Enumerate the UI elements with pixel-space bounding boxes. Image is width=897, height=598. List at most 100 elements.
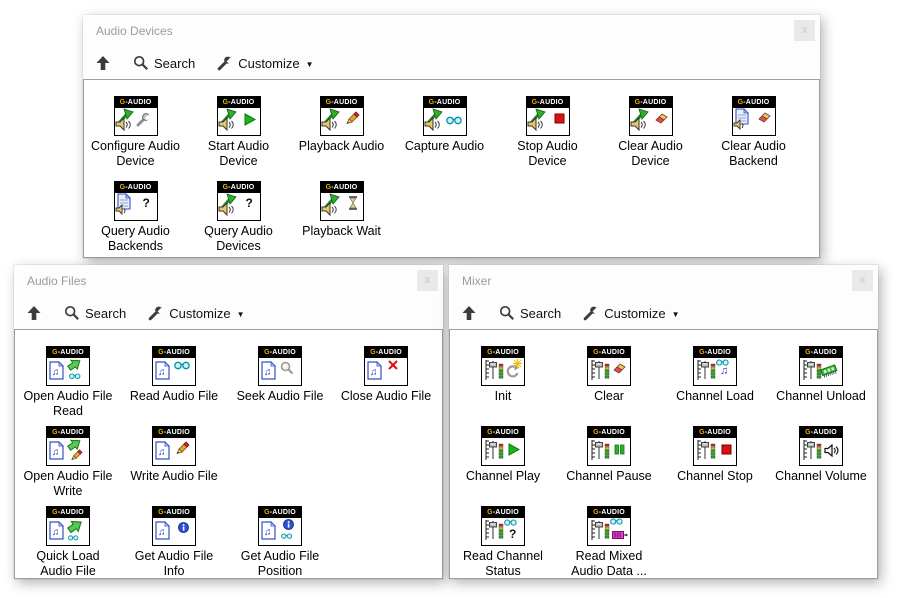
palette-item-read-channel-status[interactable]: G-AUDIO?Read Channel Status [450, 506, 556, 579]
palette-item-label: Capture Audio [405, 139, 484, 154]
audio-devices-window: Audio Devices x Search Customize ▼ G-AUD… [83, 15, 820, 258]
palette-item-label: Clear Audio Backend [705, 139, 802, 168]
icon-art [588, 518, 630, 545]
svg-text:♫: ♫ [52, 447, 60, 458]
customize-button[interactable]: Customize ▼ [583, 305, 679, 321]
palette-content: G-AUDIOConfigure Audio Device G-AUDIO Star… [83, 79, 820, 258]
palette-item-get-audio-file-position[interactable]: G-AUDIO♫Get Audio File Position [227, 506, 333, 579]
palette-item-label: Clear Audio Device [602, 139, 699, 168]
icon-art [424, 108, 466, 135]
svg-text:♫: ♫ [370, 367, 378, 378]
customize-label: Customize [238, 56, 299, 71]
g-audio-banner: G-AUDIO [365, 347, 407, 358]
palette-item-write-audio-file[interactable]: G-AUDIO♫Write Audio File [121, 426, 227, 506]
palette-item-configure-audio-device[interactable]: G-AUDIOConfigure Audio Device [84, 96, 187, 181]
g-audio-banner: G-AUDIO [47, 427, 89, 438]
close-button[interactable]: x [417, 270, 438, 291]
palette-item-read-mixed-audio-data[interactable]: G-AUDIORead Mixed Audio Data ... [556, 506, 662, 579]
search-button[interactable]: Search [133, 55, 195, 71]
icon-art: ♫ [153, 438, 195, 465]
palette-item-channel-pause[interactable]: G-AUDIOChannel Pause [556, 426, 662, 506]
get-audio-file-position-icon: G-AUDIO♫ [258, 506, 302, 546]
svg-text:♫: ♫ [158, 447, 166, 458]
palette-item-channel-play[interactable]: G-AUDIOChannel Play [450, 426, 556, 506]
search-label: Search [520, 306, 561, 321]
search-button[interactable]: Search [64, 305, 126, 321]
palette-item-channel-volume[interactable]: G-AUDIOChannel Volume [768, 426, 874, 506]
palette-item-label: Start Audio Device [190, 139, 287, 168]
icon-art: ? [115, 193, 157, 220]
svg-text:♫: ♫ [158, 527, 166, 538]
titlebar[interactable]: Audio Files x [14, 265, 443, 297]
palette-item-mixer-init[interactable]: G-AUDIOInit [450, 346, 556, 426]
start-audio-device-icon: G-AUDIO [217, 96, 261, 136]
chevron-down-icon: ▼ [306, 60, 314, 69]
wrench-icon [583, 305, 599, 321]
icon-art [694, 438, 736, 465]
palette-item-quick-load-audio-file[interactable]: G-AUDIO♫Quick Load Audio File [15, 506, 121, 579]
palette-item-label: Clear [594, 389, 624, 404]
palette-item-get-audio-file-info[interactable]: G-AUDIO♫Get Audio File Info [121, 506, 227, 579]
icon-art: ♫ [47, 358, 89, 385]
palette-item-label: Query Audio Backends [87, 224, 184, 253]
close-button[interactable]: x [794, 20, 815, 41]
titlebar[interactable]: Mixer x [449, 265, 878, 297]
palette-item-open-audio-file-read[interactable]: G-AUDIO♫Open Audio File Read [15, 346, 121, 426]
palette-item-mixer-clear[interactable]: G-AUDIO Clear [556, 346, 662, 426]
up-button[interactable] [26, 305, 42, 321]
g-audio-banner: G-AUDIO [482, 427, 524, 438]
palette-item-playback-audio[interactable]: G-AUDIOPlayback Audio [290, 96, 393, 181]
palette-content: G-AUDIO♫Open Audio File ReadG-AUDIO♫Read… [14, 329, 443, 579]
svg-text:♫: ♫ [158, 367, 166, 378]
palette-item-query-audio-devices[interactable]: G-AUDIO? Query Audio Devices [187, 181, 290, 258]
mixer-window: Mixer x Search Customize ▼ G-AUDIOInitG-… [449, 265, 878, 579]
palette-item-label: Query Audio Devices [190, 224, 287, 253]
g-audio-banner: G-AUDIO [482, 347, 524, 358]
svg-text:♫: ♫ [264, 367, 272, 378]
search-label: Search [85, 306, 126, 321]
close-audio-file-icon: G-AUDIO ♫ [364, 346, 408, 386]
mixer-init-icon: G-AUDIO [481, 346, 525, 386]
palette-item-query-audio-backends[interactable]: G-AUDIO?Query Audio Backends [84, 181, 187, 258]
g-audio-banner: G-AUDIO [800, 427, 842, 438]
icon-art: ♫ [47, 518, 89, 545]
palette-item-clear-audio-device[interactable]: G-AUDIOClear Audio Device [599, 96, 702, 181]
up-button[interactable] [95, 55, 111, 71]
palette-item-close-audio-file[interactable]: G-AUDIO♫Close Audio File [333, 346, 439, 426]
palette-item-stop-audio-device[interactable]: G-AUDIOStop Audio Device [496, 96, 599, 181]
wrench-icon [217, 55, 233, 71]
palette-item-label: Channel Pause [566, 469, 651, 484]
read-mixed-audio-data-icon: G-AUDIO [587, 506, 631, 546]
palette-item-read-audio-file[interactable]: G-AUDIO♫Read Audio File [121, 346, 227, 426]
search-icon [499, 305, 515, 321]
g-audio-banner: G-AUDIO [259, 507, 301, 518]
palette-item-channel-load[interactable]: G-AUDIO♫Channel Load [662, 346, 768, 426]
palette-item-start-audio-device[interactable]: G-AUDIO Start Audio Device [187, 96, 290, 181]
palette-item-open-audio-file-write[interactable]: G-AUDIO♫Open Audio File Write [15, 426, 121, 506]
g-audio-banner: G-AUDIO [321, 97, 363, 108]
search-button[interactable]: Search [499, 305, 561, 321]
playback-wait-icon: G-AUDIO [320, 181, 364, 221]
palette-item-label: Channel Load [676, 389, 754, 404]
customize-button[interactable]: Customize ▼ [217, 55, 313, 71]
svg-text:♫: ♫ [52, 367, 60, 378]
palette-item-seek-audio-file[interactable]: G-AUDIO♫Seek Audio File [227, 346, 333, 426]
palette-item-channel-unload[interactable]: G-AUDIOChannel Unload [768, 346, 874, 426]
palette-item-channel-stop[interactable]: G-AUDIOChannel Stop [662, 426, 768, 506]
palette-item-clear-audio-backend[interactable]: G-AUDIOClear Audio Backend [702, 96, 805, 181]
g-audio-banner: G-AUDIO [47, 347, 89, 358]
icon-art: ♫ [694, 358, 736, 385]
palette-item-playback-wait[interactable]: G-AUDIOPlayback Wait [290, 181, 393, 258]
close-button[interactable]: x [852, 270, 873, 291]
read-channel-status-icon: G-AUDIO? [481, 506, 525, 546]
icon-art: ♫ [365, 358, 407, 385]
titlebar[interactable]: Audio Devices x [83, 15, 820, 47]
palette-item-label: Seek Audio File [237, 389, 324, 404]
customize-button[interactable]: Customize ▼ [148, 305, 244, 321]
up-button[interactable] [461, 305, 477, 321]
icon-art [630, 108, 672, 135]
g-audio-banner: G-AUDIO [588, 347, 630, 358]
icon-art [321, 193, 363, 220]
palette-item-capture-audio[interactable]: G-AUDIOCapture Audio [393, 96, 496, 181]
query-audio-devices-icon: G-AUDIO? [217, 181, 261, 221]
